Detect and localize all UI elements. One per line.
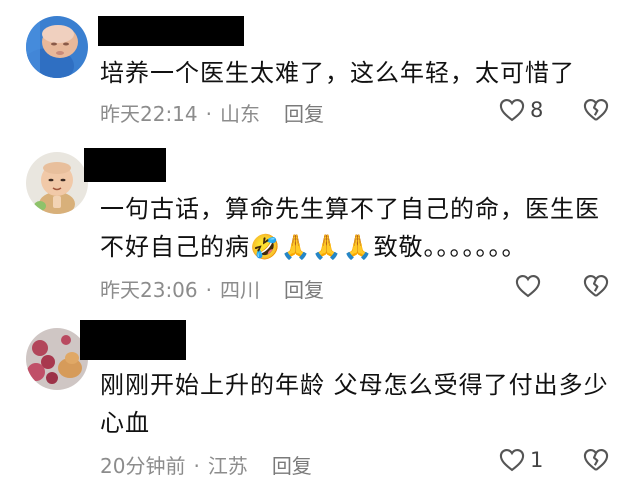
emoji-folded-hands-icon: 🙏 — [280, 233, 312, 261]
comment-time: 昨天22:14 — [100, 102, 198, 126]
username-redacted[interactable] — [80, 320, 186, 360]
broken-heart-icon — [582, 446, 610, 474]
like-count: 1 — [530, 448, 544, 472]
comment-text: 刚刚开始上升的年龄 父母怎么受得了付出多少心血 — [100, 371, 609, 437]
username-redacted[interactable] — [84, 148, 166, 182]
avatar[interactable] — [26, 152, 88, 214]
heart-outline-icon — [498, 446, 526, 474]
broken-heart-icon — [582, 272, 610, 300]
reply-button[interactable]: 回复 — [272, 450, 312, 479]
dislike-button[interactable] — [582, 446, 610, 474]
broken-heart-icon — [582, 96, 610, 124]
comment-meta: 20分钟前 · 江苏 回复 — [100, 450, 312, 479]
comment-location: 江苏 — [207, 454, 248, 478]
comment-text-line1: 一句古话，算命先生算不了自己的命，医生医 — [100, 195, 600, 223]
emoji-folded-hands-icon: 🙏 — [311, 233, 343, 261]
emoji-rolling-laughing-icon: 🤣 — [250, 233, 281, 261]
like-button[interactable]: 1 — [498, 446, 543, 474]
comment-text: 一句古话，算命先生算不了自己的命，医生医 不好自己的病🤣🙏🙏🙏致敬。。。。。。。 — [100, 190, 630, 266]
comment-text-line2-end: 致敬。。。。。。。 — [373, 233, 527, 261]
meta-separator: · — [205, 278, 212, 302]
heart-outline-icon — [498, 96, 526, 124]
comment-meta: 昨天23:06 · 四川 回复 — [100, 274, 324, 303]
comment-location: 山东 — [220, 102, 260, 126]
comment-meta: 昨天22:14 · 山东 回复 — [100, 98, 324, 127]
meta-separator: · — [205, 102, 212, 126]
avatar[interactable] — [26, 328, 88, 390]
dislike-button[interactable] — [582, 96, 610, 124]
comment-text: 培养一个医生太难了，这么年轻，太可惜了 — [100, 59, 575, 87]
like-count: 8 — [530, 98, 544, 122]
avatar[interactable] — [26, 16, 88, 78]
comment-item: 一句古话，算命先生算不了自己的命，医生医 不好自己的病🤣🙏🙏🙏致敬。。。。。。。… — [0, 140, 640, 320]
comment-text-line2-start: 不好自己的病 — [100, 233, 250, 261]
reply-button[interactable]: 回复 — [284, 98, 324, 127]
comment-item: 刚刚开始上升的年龄 父母怎么受得了付出多少心血 20分钟前 · 江苏 回复 1 — [0, 320, 640, 492]
comment-time: 20分钟前 — [100, 454, 186, 478]
like-button[interactable]: 8 — [498, 96, 543, 124]
like-button[interactable] — [514, 272, 546, 300]
comment-time: 昨天23:06 — [100, 278, 198, 302]
comment-item: 培养一个医生太难了，这么年轻，太可惜了 昨天22:14 · 山东 回复 8 — [0, 0, 640, 140]
emoji-folded-hands-icon: 🙏 — [342, 233, 374, 261]
comment-list: 培养一个医生太难了，这么年轻，太可惜了 昨天22:14 · 山东 回复 8 一句… — [0, 0, 640, 492]
reply-button[interactable]: 回复 — [284, 274, 324, 303]
dislike-button[interactable] — [582, 272, 610, 300]
username-redacted[interactable] — [98, 16, 244, 46]
comment-location: 四川 — [220, 278, 260, 302]
meta-separator: · — [193, 454, 200, 478]
heart-outline-icon — [514, 272, 542, 300]
